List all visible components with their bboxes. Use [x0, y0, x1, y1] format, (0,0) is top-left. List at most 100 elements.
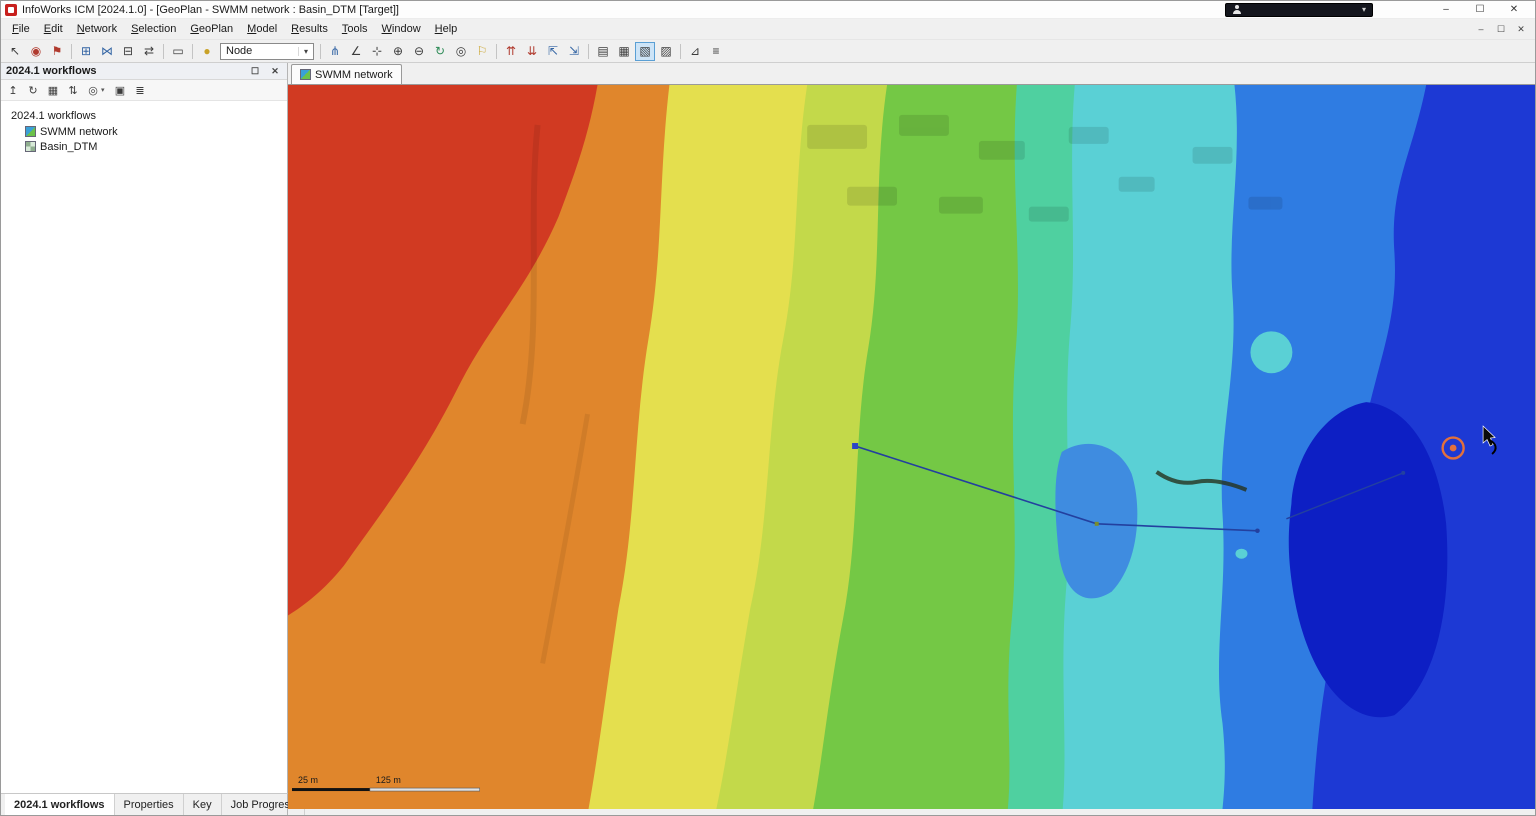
geoplan-canvas[interactable]: 25 m 125 m	[288, 85, 1535, 809]
mdi-window-controls: – ☐ ✕	[1471, 24, 1531, 35]
mdi-minimize-button[interactable]: –	[1471, 24, 1491, 35]
measure-tool-icon[interactable]: ⊿	[685, 42, 705, 61]
tree-item-swmm-network[interactable]: SWMM network	[1, 124, 287, 139]
toolbar-separator	[680, 44, 681, 59]
tab-key[interactable]: Key	[184, 794, 222, 815]
info-tool-icon[interactable]: ◉	[26, 42, 46, 61]
bottom-tab-bar: 2024.1 workflows Properties Key Job Prog…	[1, 793, 288, 815]
trace-upstream-icon[interactable]: ⇈	[501, 42, 521, 61]
tab-properties[interactable]: Properties	[115, 794, 184, 815]
combobox-caret-icon[interactable]: ▾	[298, 47, 313, 56]
tree-item-basin-dtm[interactable]: Basin_DTM	[1, 139, 287, 154]
cyan-blob	[1250, 331, 1292, 373]
zoom-in-icon[interactable]: ⊕	[388, 42, 408, 61]
toolbar-separator	[588, 44, 589, 59]
layer-control-icon[interactable]: ▦	[614, 42, 634, 61]
panel-close-button[interactable]: ✕	[268, 66, 282, 77]
geoplan-area: SWMM network	[288, 63, 1535, 809]
pan-tool-icon[interactable]: ⊹	[367, 42, 387, 61]
menu-bar: File Edit Network Selection GeoPlan Mode…	[1, 19, 1535, 40]
bookmark-tool-icon[interactable]: ⚐	[472, 42, 492, 61]
network-endpoint[interactable]	[1401, 471, 1405, 475]
workflows-panel-title: 2024.1 workflows	[6, 65, 97, 77]
polygon-select-icon[interactable]: ▧	[635, 42, 655, 61]
gradient-tool-icon[interactable]: ∠	[346, 42, 366, 61]
app-icon	[5, 4, 17, 16]
tree-item-label: Basin_DTM	[40, 141, 97, 153]
find-tool-icon[interactable]: ◎	[451, 42, 471, 61]
workflows-panel-toolbar: ↥ ↻ ▦ ⇅ ◎ ▾ ▣ ≣	[1, 80, 287, 101]
node-type-combobox[interactable]: Node ▾	[220, 43, 314, 60]
trace-tool-icon[interactable]: ⋔	[325, 42, 345, 61]
trace-downstream-icon[interactable]: ⇊	[522, 42, 542, 61]
menu-edit[interactable]: Edit	[37, 20, 70, 38]
toolbar-separator	[163, 44, 164, 59]
network-vertex[interactable]	[852, 443, 858, 449]
network-icon	[25, 126, 36, 137]
close-button[interactable]: ✕	[1497, 1, 1531, 18]
menu-selection[interactable]: Selection	[124, 20, 183, 38]
restore-button[interactable]: ☐	[1463, 1, 1497, 18]
grid-window-icon[interactable]: ▤	[593, 42, 613, 61]
minimize-button[interactable]: –	[1429, 1, 1463, 18]
menu-window[interactable]: Window	[375, 20, 428, 38]
window-title: InfoWorks ICM [2024.1.0] - [GeoPlan - SW…	[22, 4, 399, 16]
menu-file[interactable]: File	[5, 20, 37, 38]
scale-label-small: 25 m	[298, 775, 318, 785]
toolbar-separator	[192, 44, 193, 59]
workflows-panel-header: 2024.1 workflows ☐ ✕	[1, 63, 287, 80]
find-icon[interactable]: ◎	[84, 82, 102, 99]
refresh-icon[interactable]: ↻	[24, 82, 42, 99]
layout-icon[interactable]: ≣	[131, 82, 149, 99]
scale-label-large: 125 m	[376, 775, 401, 785]
network-node[interactable]	[1095, 522, 1099, 526]
scale-tool-icon[interactable]: ≡	[706, 42, 726, 61]
menu-geoplan[interactable]: GeoPlan	[183, 20, 240, 38]
geoplan-tab-icon	[300, 69, 311, 80]
connect-tool-icon[interactable]: ⇄	[139, 42, 159, 61]
app-window: InfoWorks ICM [2024.1.0] - [GeoPlan - SW…	[0, 0, 1536, 816]
select-upstream-icon[interactable]: ⇱	[543, 42, 563, 61]
refresh-view-icon[interactable]: ↻	[430, 42, 450, 61]
geoplan-tab-swmm-network[interactable]: SWMM network	[291, 64, 402, 84]
flag-tool-icon[interactable]: ⚑	[47, 42, 67, 61]
rectangle-select-icon[interactable]: ▨	[656, 42, 676, 61]
grid-icon[interactable]: ▦	[44, 82, 62, 99]
geoplan-tab-strip: SWMM network	[288, 63, 1535, 85]
ground-model-icon	[25, 141, 36, 152]
pin-icon[interactable]: ↥	[4, 82, 22, 99]
menu-help[interactable]: Help	[428, 20, 465, 38]
menu-results[interactable]: Results	[284, 20, 335, 38]
toolbar-separator	[496, 44, 497, 59]
mdi-close-button[interactable]: ✕	[1511, 24, 1531, 35]
menu-network[interactable]: Network	[70, 20, 124, 38]
main-toolbar: ↖ ◉ ⚑ ⊞ ⋈ ⊟ ⇄ ▭ ● Node ▾ ⋔ ∠ ⊹ ⊕ ⊖ ↻ ◎ ⚐…	[1, 40, 1535, 63]
label-tool-icon[interactable]: ▭	[168, 42, 188, 61]
panel-float-button[interactable]: ☐	[248, 66, 262, 77]
dtm-raster: 25 m 125 m	[288, 85, 1535, 809]
title-bar: InfoWorks ICM [2024.1.0] - [GeoPlan - SW…	[1, 1, 1535, 19]
account-caret-icon: ▾	[1362, 6, 1366, 14]
tree-item-label: SWMM network	[40, 126, 118, 138]
account-widget[interactable]: ▾	[1225, 3, 1373, 17]
user-icon	[1232, 5, 1241, 14]
mdi-restore-button[interactable]: ☐	[1491, 24, 1511, 35]
toolbar-separator	[71, 44, 72, 59]
find-caret-icon[interactable]: ▾	[101, 86, 109, 94]
digitise-link-icon[interactable]: ⋈	[97, 42, 117, 61]
tree-root-item[interactable]: 2024.1 workflows	[1, 109, 287, 124]
sort-icon[interactable]: ⇅	[64, 82, 82, 99]
zoom-out-icon[interactable]: ⊖	[409, 42, 429, 61]
split-link-icon[interactable]: ⊟	[118, 42, 138, 61]
copy-icon[interactable]: ▣	[111, 82, 129, 99]
titlebar-right: ▾ – ☐ ✕	[1225, 1, 1531, 18]
select-downstream-icon[interactable]: ⇲	[564, 42, 584, 61]
digitise-node-icon[interactable]: ⊞	[76, 42, 96, 61]
menu-model[interactable]: Model	[240, 20, 284, 38]
tab-workflows[interactable]: 2024.1 workflows	[5, 794, 115, 815]
new-object-icon[interactable]: ●	[197, 42, 217, 61]
select-tool-icon[interactable]: ↖	[5, 42, 25, 61]
menu-tools[interactable]: Tools	[335, 20, 375, 38]
workflows-panel: 2024.1 workflows ☐ ✕ ↥ ↻ ▦ ⇅ ◎ ▾ ▣ ≣ 202…	[1, 63, 288, 793]
network-endpoint[interactable]	[1255, 528, 1260, 533]
